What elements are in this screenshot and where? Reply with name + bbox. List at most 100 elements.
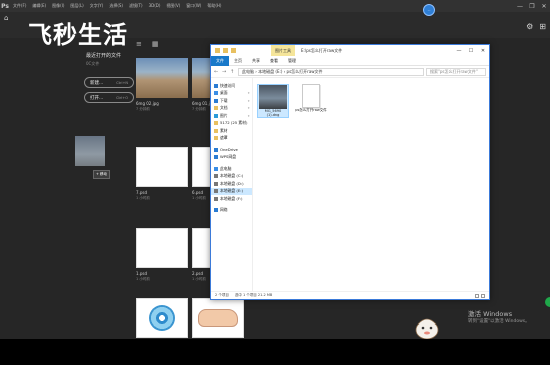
menu-item[interactable]: 选择(S) — [106, 3, 126, 9]
new-file-label: 新建... — [90, 80, 104, 86]
file-item-dng[interactable]: MG_5690 (1).dng — [257, 84, 289, 118]
properties-icon[interactable] — [223, 48, 228, 53]
hand-icon — [198, 309, 238, 327]
recent-file-thumb[interactable] — [136, 298, 188, 338]
bottom-black-bar — [0, 339, 550, 365]
ribbon-tab-manage[interactable]: 管理 — [283, 58, 301, 64]
menu-item[interactable]: 文件(F) — [10, 3, 29, 9]
user-avatar[interactable]: ... — [423, 4, 435, 16]
close-button[interactable]: ✕ — [538, 0, 550, 12]
open-file-label: 打开... — [90, 95, 104, 101]
floating-assistant-icon[interactable] — [545, 297, 550, 307]
nav-item[interactable]: 快速访问 — [211, 82, 252, 90]
nav-item[interactable]: 本地磁盘 (D:) — [211, 180, 252, 188]
menu-item[interactable]: 图像(I) — [49, 3, 67, 9]
address-bar[interactable]: 此电脑 › 本地磁盘 (E:) › ps怎么打开raw文件 — [238, 67, 424, 76]
ribbon-tab-file[interactable]: 文件 — [211, 55, 229, 66]
nav-item-icon — [214, 83, 218, 88]
recent-file-thumb[interactable] — [192, 298, 244, 338]
selection-info: 选中 1 个项目 21.2 MB — [234, 293, 273, 297]
menu-item[interactable]: 滤镜(T) — [126, 3, 146, 9]
nav-item[interactable]: 5172 (25 素材) — [211, 120, 252, 128]
nav-item-icon — [214, 196, 218, 201]
pin-icon[interactable]: ✦ — [247, 91, 252, 95]
nav-item-label: 素材 — [220, 127, 228, 133]
dragged-file-thumbnail[interactable] — [75, 136, 105, 166]
new-file-button[interactable]: 新建... Ctrl+N — [84, 77, 134, 88]
nav-item[interactable]: 遮罩 — [211, 135, 252, 143]
minimize-button[interactable]: — — [453, 45, 465, 56]
folder-icon[interactable] — [215, 48, 220, 53]
new-folder-icon[interactable] — [231, 48, 236, 53]
pin-icon[interactable]: ✦ — [247, 99, 252, 103]
menu-item[interactable]: 窗口(W) — [183, 3, 204, 9]
maximize-button[interactable]: ❐ — [526, 0, 538, 12]
explorer-titlebar: 图片工具 E:\ps怎么打开raw文件 — ☐ ✕ — [211, 45, 489, 56]
grid-view-icon[interactable]: ▦ — [152, 40, 159, 48]
menu-item[interactable]: 编辑(E) — [29, 3, 49, 9]
document-file-icon — [302, 84, 320, 108]
nav-item[interactable]: 网络 — [211, 207, 252, 215]
nav-item-label: 本地磁盘 (E:) — [220, 188, 244, 194]
app-menubar: Ps 文件(F) 编辑(E) 图像(I) 图层(L) 文字(Y) 选择(S) 滤镜(T) 3D… — [0, 0, 550, 12]
open-file-button[interactable]: 打开... Ctrl+O — [84, 92, 134, 103]
nav-item[interactable]: 素材 — [211, 127, 252, 135]
recent-file-thumb[interactable]: 7.psd 1 小时前 — [136, 147, 188, 201]
nav-item[interactable]: 本地磁盘 (E:) — [211, 187, 252, 195]
settings-icon[interactable]: ⚙ — [526, 22, 533, 31]
close-button[interactable]: ✕ — [477, 45, 489, 56]
ribbon-tab-view[interactable]: 查看 — [265, 58, 283, 64]
nav-item-icon — [214, 181, 218, 186]
nav-item[interactable]: 桌面 ✦ — [211, 90, 252, 98]
nav-item[interactable]: 本地磁盘 (F:) — [211, 195, 252, 203]
file-item-folder-doc[interactable]: ps怎么打开raw文件 — [295, 84, 327, 113]
up-arrow-icon[interactable]: ↑ — [230, 69, 236, 75]
ribbon-tab-share[interactable]: 共享 — [247, 58, 265, 64]
nav-item-label: 下载 — [220, 97, 228, 103]
explorer-window-controls: — ☐ ✕ — [453, 45, 489, 56]
forward-arrow-icon[interactable]: → — [222, 69, 228, 75]
menu-item[interactable]: 视图(V) — [163, 3, 183, 9]
nav-item[interactable]: WPS网盘 — [211, 154, 252, 162]
details-view-icon[interactable] — [475, 293, 479, 298]
nav-item-icon — [214, 121, 218, 126]
menu-item[interactable]: 图层(L) — [67, 3, 86, 9]
nav-item[interactable]: OneDrive — [211, 146, 252, 154]
menu-item[interactable]: 帮助(H) — [204, 3, 224, 9]
nav-item[interactable]: 下载 ✦ — [211, 97, 252, 105]
recent-files-heading: 最近打开的文件 — [86, 53, 122, 59]
nav-item-icon — [214, 189, 218, 194]
nav-item[interactable]: 文档 ✦ — [211, 105, 252, 113]
status-bar: 2 个项目 选中 1 个项目 21.2 MB — [211, 291, 489, 299]
nav-item-label: OneDrive — [220, 147, 238, 153]
context-tab[interactable]: 图片工具 — [271, 45, 295, 56]
menu-item[interactable]: 3D(D) — [146, 3, 164, 9]
drag-move-tooltip: + 移动 — [93, 170, 111, 179]
maximize-button[interactable]: ☐ — [465, 45, 477, 56]
pin-icon[interactable]: ✦ — [247, 106, 252, 110]
nav-item-icon — [214, 113, 218, 118]
menu-item[interactable]: 文字(Y) — [87, 3, 107, 9]
home-icon[interactable]: ⌂ — [4, 14, 8, 22]
nav-item[interactable]: 此电脑 — [211, 165, 252, 173]
large-icons-view-icon[interactable] — [481, 293, 485, 298]
nav-item[interactable]: 本地磁盘 (C:) — [211, 173, 252, 181]
recent-file-thumb[interactable]: 6mg 02.jpg 7 分钟前 — [136, 58, 188, 112]
activate-windows-subtitle: 转到"设置"以激活 Windows。 — [468, 319, 530, 324]
file-preview — [136, 147, 188, 187]
ribbon-tab-home[interactable]: 主页 — [229, 58, 247, 64]
minimize-button[interactable]: — — [514, 0, 526, 12]
recent-file-thumb[interactable]: 1.psd 1 小时前 — [136, 228, 188, 282]
list-view-icon[interactable]: ≡ — [136, 40, 142, 48]
file-preview — [136, 298, 188, 338]
back-arrow-icon[interactable]: ← — [214, 69, 220, 75]
pin-icon[interactable]: ✦ — [247, 114, 252, 118]
file-name: 1.psd — [136, 271, 147, 276]
nav-item[interactable]: 图片 ✦ — [211, 112, 252, 120]
window-title: E:\ps怎么打开raw文件 — [301, 48, 343, 53]
search-input[interactable]: 搜索"ps怎么打开raw文件" — [426, 67, 486, 76]
workspace-icon[interactable]: ⊞ — [539, 22, 546, 31]
file-list: MG_5690 (1).dng ps怎么打开raw文件 — [253, 78, 489, 291]
nav-item-label: WPS网盘 — [220, 154, 237, 160]
nav-item-label: 桌面 — [220, 90, 228, 96]
